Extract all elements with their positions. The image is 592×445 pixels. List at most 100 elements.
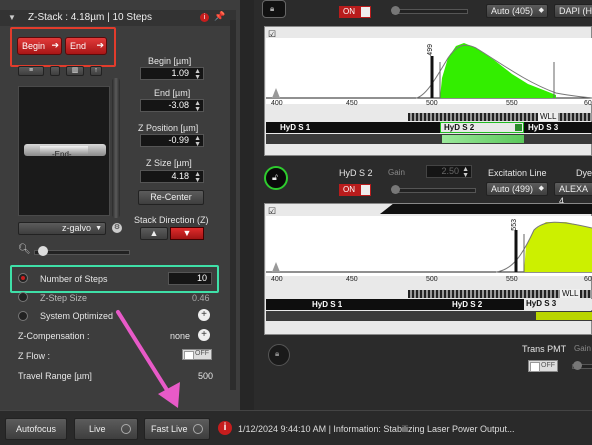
spinner-icon[interactable]: ▲ ▼: [462, 166, 469, 179]
grid-icon[interactable]: [50, 66, 60, 76]
drive-settings-icon[interactable]: ⚙: [112, 223, 122, 233]
dye-value-1: DAPI (H: [559, 6, 592, 16]
tick-label: 400: [271, 100, 283, 107]
steps-field[interactable]: 10: [168, 272, 212, 285]
channel-hyds3[interactable]: HyD S 3: [528, 123, 558, 132]
trans-toggle[interactable]: OFF: [528, 360, 558, 372]
lock-icon: 🔒︎: [275, 349, 280, 358]
on-label: ON: [343, 7, 355, 16]
spectrum2-plot[interactable]: [266, 216, 592, 276]
end-button-label: End: [70, 41, 87, 51]
lock-icon: 🔒︎: [270, 4, 275, 13]
zoom-slider-handle[interactable]: [38, 246, 48, 256]
sysopt-add-button[interactable]: +: [198, 309, 210, 321]
end-button[interactable]: End ➔: [65, 37, 107, 55]
begin-field[interactable]: 1.09 ▲ ▼: [140, 67, 204, 81]
collapse-icon[interactable]: ▼: [8, 13, 16, 22]
zsize-label: Z Size [µm]: [146, 158, 192, 168]
fastlive-button[interactable]: Fast Live: [144, 418, 210, 440]
channel2-hyds1[interactable]: HyD S 1: [312, 300, 342, 309]
focus-wheel-scrollbar[interactable]: [112, 78, 120, 218]
detector1-gain-slider[interactable]: [391, 6, 468, 15]
tick-label: 600: [584, 276, 592, 283]
zstep-label: Z-Step Size: [40, 293, 88, 303]
begin-label: Begin [µm]: [148, 56, 192, 66]
live-label: Live: [89, 424, 106, 434]
status-info-icon[interactable]: i: [218, 421, 232, 435]
autofocus-button[interactable]: Autofocus: [5, 418, 67, 440]
detector2-on-toggle[interactable]: ON: [339, 184, 371, 196]
spinner-icon[interactable]: ▲ ▼: [194, 135, 201, 148]
trans-gain-slider[interactable]: [572, 361, 592, 370]
arrow-down-icon: ▼: [182, 228, 192, 238]
trans-gain-label: Gain: [574, 344, 591, 353]
detector2-lock-button[interactable]: 🔓︎: [264, 166, 288, 190]
sysopt-radio[interactable]: [18, 311, 28, 321]
zsize-field[interactable]: 4.18 ▲ ▼: [140, 170, 204, 184]
wll-label: WLL: [538, 112, 559, 121]
wll-label: WLL: [560, 289, 581, 298]
detector2-gain-slider[interactable]: [391, 185, 476, 194]
dye-select-2[interactable]: ALEXA 4: [554, 182, 592, 206]
end-label: End [µm]: [154, 88, 191, 98]
detector2-gain-field[interactable]: 2.50 ▲ ▼: [426, 165, 472, 179]
zcomp-add-button[interactable]: +: [198, 329, 210, 341]
drive-select[interactable]: z-galvo ▼: [18, 222, 106, 235]
tick-label: 450: [346, 100, 358, 107]
spinner-icon[interactable]: ▲ ▼: [194, 100, 201, 113]
left-panel-scrollbar[interactable]: [230, 20, 236, 390]
detector1-lock-button[interactable]: 🔒︎: [262, 0, 286, 18]
detector2-name: HyD S 2: [339, 168, 373, 178]
travel-label: Travel Range [µm]: [18, 371, 92, 381]
spectrum1-marker-label: 499: [427, 44, 434, 56]
lock-icon: 🔓︎: [272, 172, 278, 182]
align-icon[interactable]: ≡: [18, 66, 44, 76]
pin-icon[interactable]: 📌: [214, 11, 225, 22]
excitation-value-2: Auto (499): [491, 184, 534, 194]
zcomp-label: Z-Compensation :: [18, 331, 90, 341]
spinner-icon: ◆: [538, 185, 544, 192]
stack-down-button[interactable]: ▼: [170, 227, 204, 240]
dye-label: Dye: [576, 168, 592, 178]
zstep-value: 0.46: [192, 293, 210, 303]
dye-select-1[interactable]: DAPI (H: [554, 4, 592, 18]
status-message: 1/12/2024 9:44:10 AM | Information: Stab…: [238, 424, 515, 434]
detector2-gain-label: Gain: [388, 168, 405, 177]
zstack-header[interactable]: ▼ Z-Stack : 4.18µm | 10 Steps i 📌: [0, 10, 236, 26]
gain-value: 2.50: [441, 166, 459, 176]
spinner-icon[interactable]: ▲ ▼: [194, 171, 201, 184]
stack-up-button[interactable]: ▲: [140, 227, 168, 240]
channel-hyds2[interactable]: HyD S 2: [440, 122, 524, 133]
steps-radio[interactable]: [18, 273, 28, 283]
channel2-hyds2[interactable]: HyD S 2: [452, 300, 482, 309]
zoom-slider-track[interactable]: [34, 250, 130, 255]
zstep-radio[interactable]: [18, 292, 28, 302]
tick-label: 600: [584, 100, 592, 107]
begin-button[interactable]: Begin ➔: [17, 37, 62, 55]
recenter-button[interactable]: Re-Center: [138, 190, 204, 205]
end-field[interactable]: -3.08 ▲ ▼: [140, 99, 204, 113]
fastlive-label: Fast Live: [151, 424, 188, 434]
channel-hyds1[interactable]: HyD S 1: [280, 123, 310, 132]
detector1-on-toggle[interactable]: ON: [339, 6, 371, 18]
trans-lock-button[interactable]: 🔒︎: [268, 344, 290, 366]
up-icon[interactable]: ↑: [90, 66, 102, 76]
spinner-icon[interactable]: ▲ ▼: [194, 68, 201, 81]
on-label: ON: [343, 185, 355, 194]
spinner-icon: ◆: [538, 7, 544, 14]
chevron-down-icon: ▼: [95, 225, 102, 232]
spectrum2-ticks: 400 450 500 550 600: [266, 276, 592, 286]
live-button[interactable]: Live: [74, 418, 138, 440]
stack-icon[interactable]: ▥: [66, 66, 84, 76]
excitation-select-1[interactable]: Auto (405) ◆: [486, 4, 548, 18]
excitation-select-2[interactable]: Auto (499) ◆: [486, 182, 548, 196]
zsize-value: 4.18: [171, 171, 189, 181]
arrow-up-icon: ▲: [149, 228, 159, 238]
excitation-value-1: Auto (405): [491, 6, 534, 16]
spectrum1-wll-bar: WLL: [408, 112, 592, 121]
zflow-label: Z Flow :: [18, 351, 51, 361]
info-icon[interactable]: i: [200, 13, 209, 22]
zpos-field[interactable]: -0.99 ▲ ▼: [140, 134, 204, 148]
tick-label: 450: [346, 276, 358, 283]
channel2-hyds3[interactable]: HyD S 3: [524, 299, 592, 310]
